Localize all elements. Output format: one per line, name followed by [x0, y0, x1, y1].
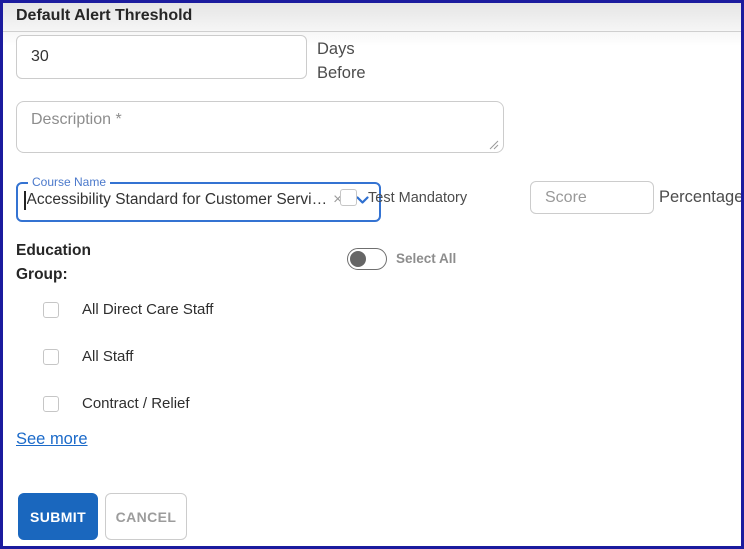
description-textarea[interactable]	[16, 101, 504, 153]
course-name-value[interactable]: Accessibility Standard for Customer Serv…	[27, 191, 328, 209]
days-before-label: Days Before	[317, 37, 381, 85]
score-input[interactable]	[530, 181, 654, 214]
cancel-button[interactable]: CANCEL	[105, 493, 187, 540]
education-option-row: All Direct Care Staff	[43, 301, 213, 318]
option-label: All Staff	[82, 348, 133, 365]
text-caret	[24, 191, 26, 210]
toggle-knob	[350, 251, 366, 267]
all-staff-checkbox[interactable]	[43, 349, 59, 365]
education-group-label: Education Group:	[16, 239, 108, 287]
course-name-select[interactable]: Course Name Accessibility Standard for C…	[16, 176, 381, 222]
all-direct-care-staff-checkbox[interactable]	[43, 302, 59, 318]
percentage-label: Percentage	[659, 188, 743, 207]
option-label: All Direct Care Staff	[82, 301, 213, 318]
education-option-row: Contract / Relief	[43, 395, 190, 412]
select-all-toggle[interactable]	[347, 248, 387, 270]
see-more-link[interactable]: See more	[16, 430, 88, 449]
days-before-input[interactable]	[16, 35, 307, 79]
select-all-label: Select All	[396, 251, 456, 266]
test-mandatory-checkbox[interactable]	[340, 189, 357, 206]
course-name-label: Course Name	[28, 176, 110, 189]
resize-handle-icon[interactable]	[487, 138, 499, 150]
option-label: Contract / Relief	[82, 395, 190, 412]
form-title: Default Alert Threshold	[16, 7, 192, 25]
education-option-row: All Staff	[43, 348, 133, 365]
alert-threshold-form: Default Alert Threshold Days Before Cour…	[0, 0, 744, 549]
test-mandatory-label: Test Mandatory	[368, 190, 467, 206]
contract-relief-checkbox[interactable]	[43, 396, 59, 412]
submit-button[interactable]: SUBMIT	[18, 493, 98, 540]
title-divider	[0, 31, 744, 32]
